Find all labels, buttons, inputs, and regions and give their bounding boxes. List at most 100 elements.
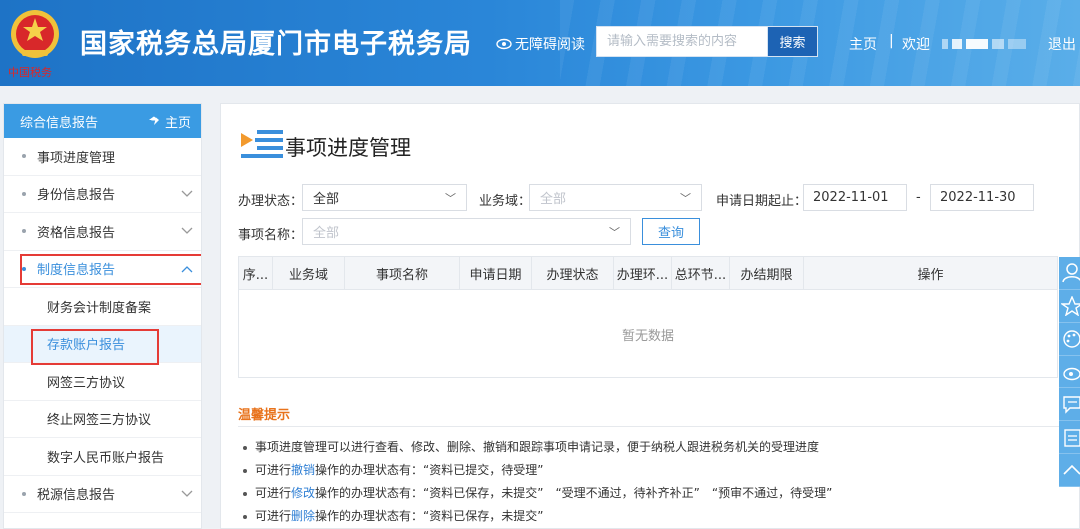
sidebar-subitem-deposit-account[interactable]: 存款账户报告 [4, 325, 201, 364]
bullet-dot [22, 191, 26, 196]
table-header: 序... 业务域 事项名称 申请日期 办理状态 办理环... 总环节... 办结… [239, 257, 1057, 290]
bullet-dot [22, 229, 26, 234]
main-panel: 事项进度管理 办理状态： 全部 ﹀ 业务域： 全部 ﹀ 申请日期起止： 2022… [220, 103, 1080, 529]
bullet-dot [22, 266, 26, 271]
nav-separator: | [889, 33, 894, 49]
site-title[interactable]: 国家税务总局厦门市电子税务局 [80, 22, 472, 61]
column-header-total-stages[interactable]: 总环节... [672, 257, 730, 289]
column-header-domain[interactable]: 业务域 [273, 257, 345, 289]
chevron-down-icon: ﹀ [609, 225, 620, 239]
tip-line-2: 可进行撤销操作的办理状态有：“资料已提交，待受理” [243, 461, 543, 478]
column-header-apply-date[interactable]: 申请日期 [460, 257, 532, 289]
float-weibo-button[interactable] [1059, 356, 1080, 389]
eye-icon [496, 38, 512, 50]
tip-line-3: 可进行修改操作的办理状态有：“资料已保存，未提交” “受理不通过，待补齐补正” … [243, 484, 832, 501]
domain-label: 业务域： [479, 194, 532, 209]
search-button[interactable]: 搜索 [768, 26, 818, 57]
domain-select-placeholder: 全部 [540, 192, 567, 207]
column-header-deadline[interactable]: 办结期限 [730, 257, 804, 289]
weibo-icon [1063, 367, 1080, 380]
domain-select[interactable]: 全部 ﹀ [529, 184, 702, 211]
accessibility-label: 无障碍阅读 [515, 37, 585, 53]
chevron-down-icon [181, 190, 193, 197]
float-user-button[interactable] [1059, 257, 1080, 290]
chevron-down-icon [181, 490, 193, 497]
query-button[interactable]: 查询 [642, 218, 700, 245]
empty-state-text: 暂无数据 [621, 328, 674, 344]
tip-text: 操作的办理状态有：“资料已保存，未提交” “受理不通过，待补齐补正” “预审不通… [315, 486, 833, 500]
sidebar-subitem-digital-rmb[interactable]: 数字人民币账户报告 [4, 438, 201, 476]
tip-text: 操作的办理状态有：“资料已保存，未提交” [315, 509, 544, 523]
bullet-dot [22, 491, 26, 496]
column-header-index[interactable]: 序... [239, 257, 273, 289]
accessibility-link[interactable]: 无障碍阅读 [496, 34, 585, 54]
tip-line-1: 事项进度管理可以进行查看、修改、删除、撤销和跟踪事项申请记录，便于纳税人跟进税务… [243, 438, 819, 455]
sidebar-item-progress[interactable]: 事项进度管理 [4, 138, 201, 176]
item-name-label: 事项名称： [238, 228, 304, 243]
tip-text: 可进行 [255, 486, 292, 500]
tip-text: 事项进度管理可以进行查看、修改、删除、撤销和跟踪事项申请记录，便于纳税人跟进税务… [255, 440, 820, 454]
chevron-down-icon: ﹀ [445, 191, 456, 205]
sidebar-item-label: 事项进度管理 [37, 150, 116, 166]
sidebar-item-identity[interactable]: 身份信息报告 [4, 176, 201, 213]
float-clipboard-button[interactable] [1059, 421, 1080, 455]
palette-icon [1063, 329, 1080, 348]
bullet-dot [243, 491, 247, 496]
sidebar-item-label: 身份信息报告 [37, 188, 116, 204]
logout-link[interactable]: 退出 [1048, 34, 1076, 54]
date-end-input[interactable]: 2022-11-30 [930, 184, 1034, 211]
sidebar-item-tax-source[interactable]: 税源信息报告 [4, 476, 201, 513]
user-icon [1062, 263, 1080, 283]
sidebar-home-label: 主页 [164, 115, 191, 131]
sidebar-item-label: 税源信息报告 [37, 488, 116, 504]
revoke-link[interactable]: 撤销 [291, 463, 315, 477]
tip-text: 可进行 [255, 463, 292, 477]
tips-divider [238, 426, 1078, 427]
bullet-dot [22, 154, 26, 159]
delete-link[interactable]: 删除 [291, 509, 315, 523]
date-range-label: 申请日期起止： [716, 194, 808, 209]
progress-table: 序... 业务域 事项名称 申请日期 办理状态 办理环... 总环节... 办结… [238, 256, 1058, 378]
date-separator: - [916, 190, 921, 205]
sidebar-subitem-tripartite[interactable]: 网签三方协议 [4, 363, 201, 401]
message-icon [1063, 396, 1080, 415]
modify-link[interactable]: 修改 [291, 486, 315, 500]
float-palette-button[interactable] [1059, 323, 1080, 356]
clipboard-icon [1064, 429, 1080, 447]
column-header-stage[interactable]: 办理环... [614, 257, 672, 289]
sidebar: 综合信息报告 主页 事项进度管理 身份信息报告 资格信息报告 制度信息报告 财务… [3, 103, 202, 529]
item-name-select[interactable]: 全部 ﹀ [302, 218, 631, 245]
sidebar-subitem-terminate-tripartite[interactable]: 终止网签三方协议 [4, 401, 201, 438]
float-star-button[interactable] [1059, 290, 1080, 323]
home-icon [148, 116, 159, 125]
sidebar-home-link[interactable]: 主页 [148, 112, 191, 131]
sidebar-item-label: 制度信息报告 [37, 263, 116, 279]
date-start-input[interactable]: 2022-11-01 [803, 184, 907, 211]
sidebar-title: 综合信息报告 [20, 115, 99, 131]
sidebar-item-system[interactable]: 制度信息报告 [4, 251, 201, 288]
status-select[interactable]: 全部 ﹀ [302, 184, 467, 211]
sidebar-item-label: 资格信息报告 [37, 225, 116, 241]
status-select-value: 全部 [313, 192, 340, 207]
float-message-button[interactable] [1059, 388, 1080, 422]
tips-title: 温馨提示 [238, 408, 291, 423]
tip-line-4: 可进行删除操作的办理状态有：“资料已保存，未提交” [243, 507, 543, 524]
chevron-up-icon [181, 265, 193, 273]
sidebar-header: 综合信息报告 主页 [4, 104, 201, 138]
column-header-actions: 操作 [917, 267, 944, 283]
bullet-dot [243, 445, 247, 450]
float-top-button[interactable] [1059, 454, 1080, 488]
column-header-status[interactable]: 办理状态 [532, 257, 614, 289]
search-input[interactable] [596, 26, 768, 57]
page-title: 事项进度管理 [285, 136, 411, 160]
emblem-caption: 中国税务 [8, 65, 52, 79]
bullet-dot [243, 468, 247, 473]
chevron-down-icon [181, 227, 193, 235]
tip-text: 可进行 [255, 509, 292, 523]
sidebar-item-qualification[interactable]: 资格信息报告 [4, 213, 201, 251]
sidebar-subitem-accounting[interactable]: 财务会计制度备案 [4, 288, 201, 326]
item-name-placeholder: 全部 [313, 226, 340, 241]
home-link[interactable]: 主页 [849, 34, 877, 54]
status-label: 办理状态： [238, 194, 304, 209]
column-header-item-name[interactable]: 事项名称 [345, 257, 460, 289]
